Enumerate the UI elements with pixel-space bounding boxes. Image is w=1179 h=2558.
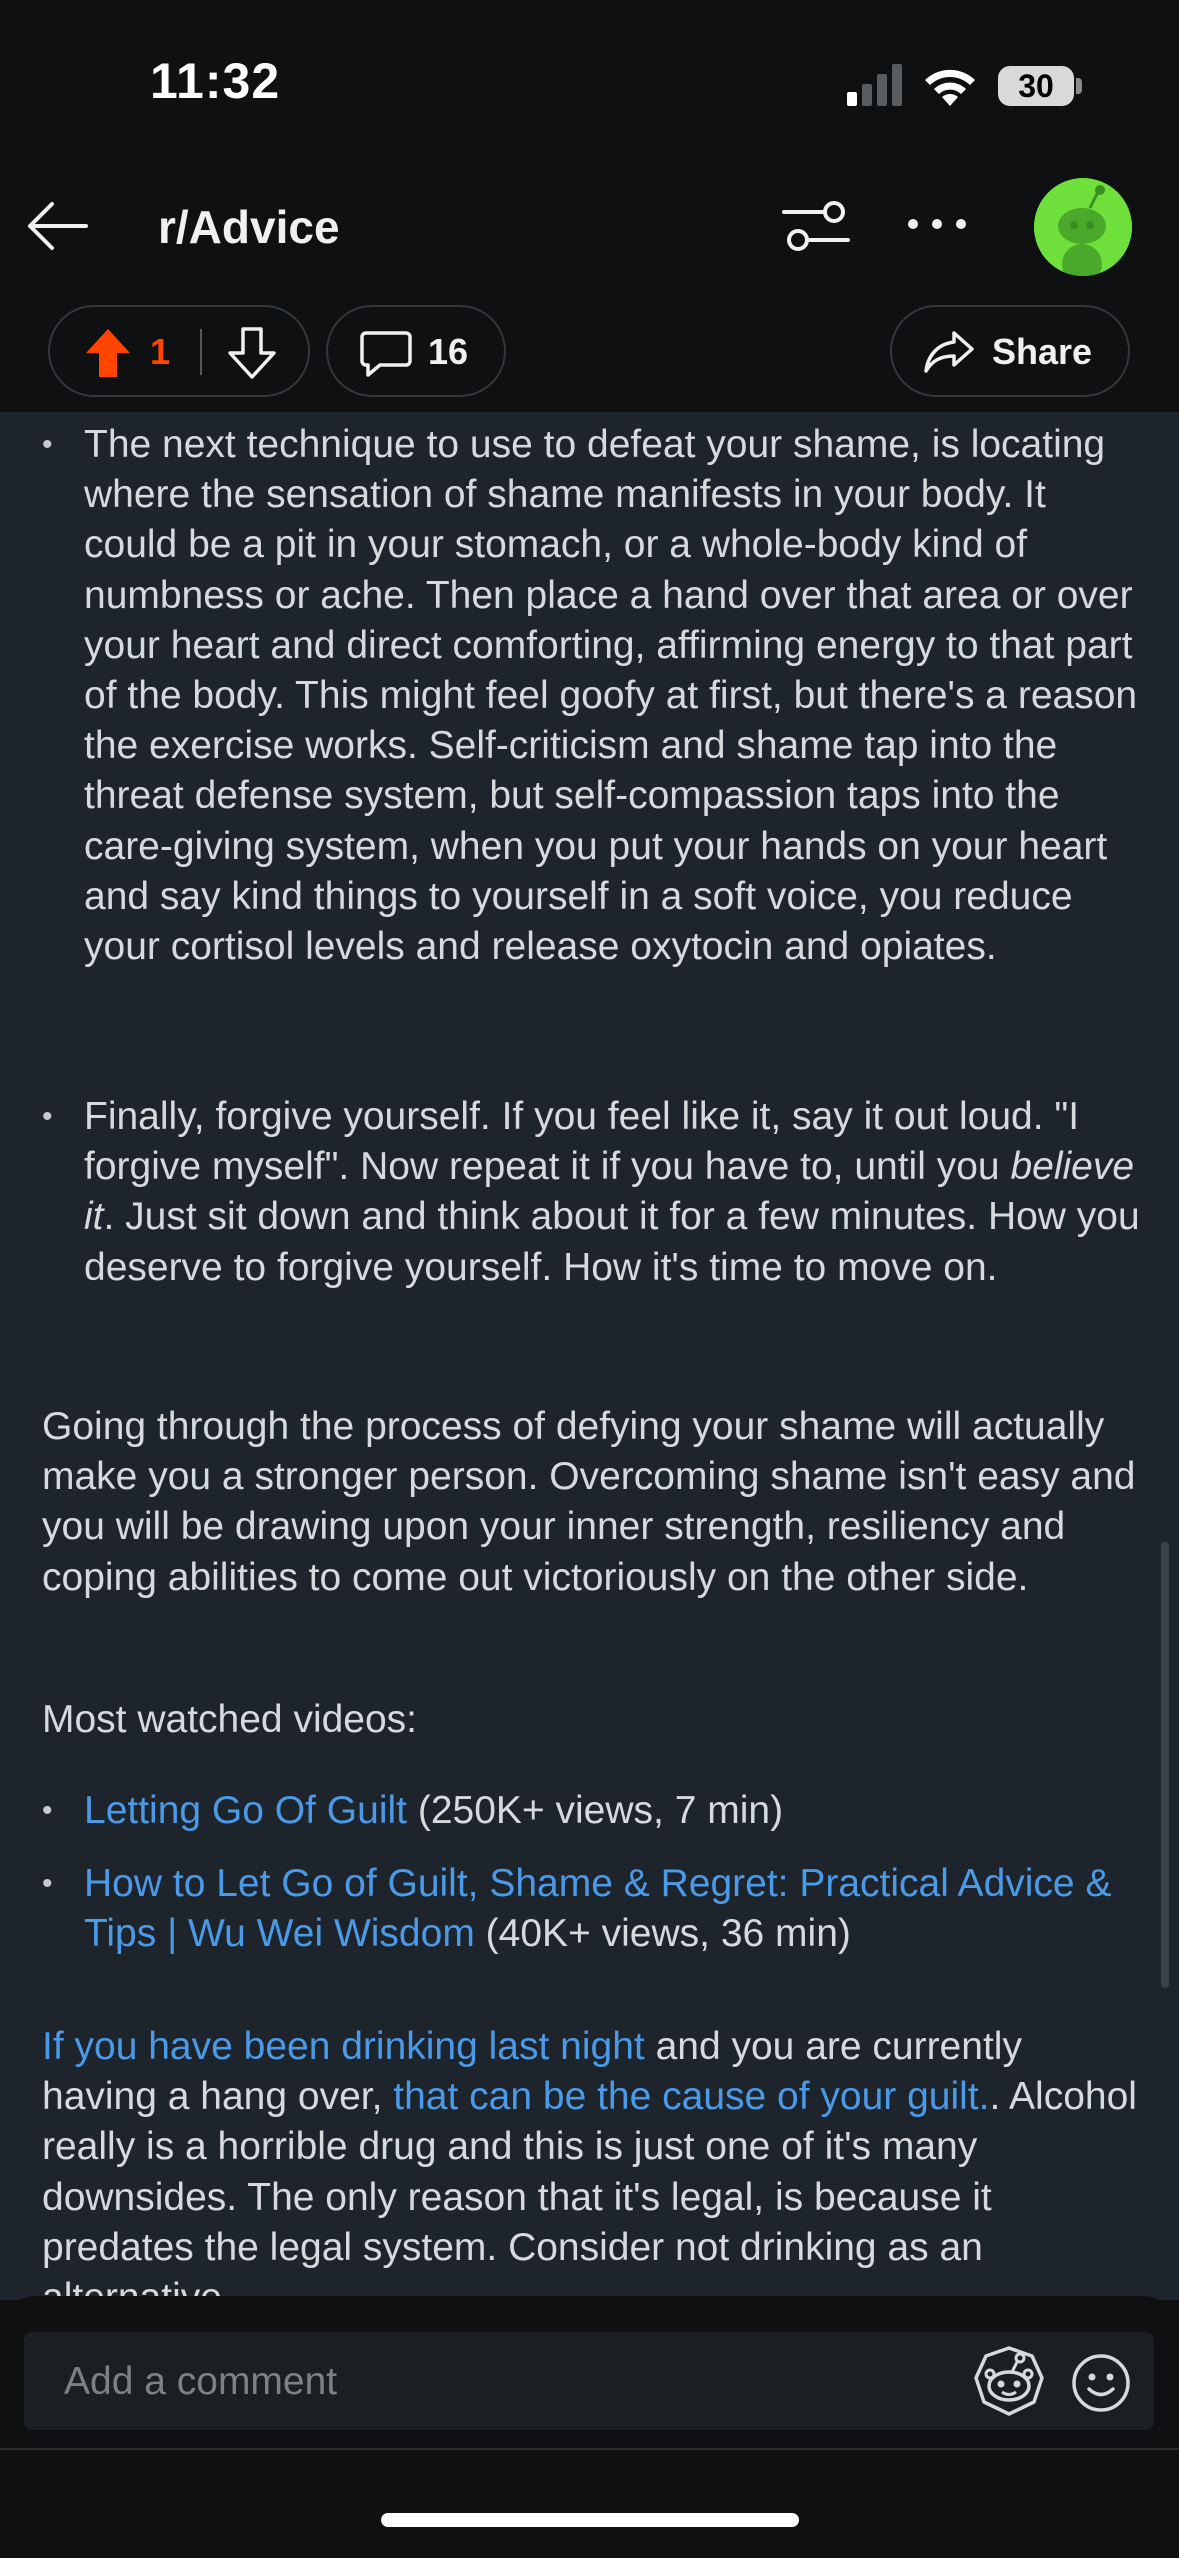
battery-nub xyxy=(1076,78,1082,94)
paragraph-drinking: If you have been drinking last night and… xyxy=(42,2022,1142,2300)
bullet-text-forgive-cont: . Just sit down and think about it for a… xyxy=(84,1195,1140,1289)
post-content: The next technique to use to defeat your… xyxy=(0,412,1179,2300)
list-item: Letting Go Of Guilt (250K+ views, 7 min) xyxy=(42,1786,1142,1836)
share-label: Share xyxy=(992,331,1093,372)
scrollbar-thumb[interactable] xyxy=(1161,1542,1169,1988)
vote-divider xyxy=(200,329,202,375)
vote-pill: 1 xyxy=(48,305,310,397)
comments-button[interactable]: 16 xyxy=(326,305,506,397)
paragraph-defying-shame: Going through the process of defying you… xyxy=(42,1405,1136,1599)
downvote-icon[interactable] xyxy=(228,327,276,379)
filter-icon[interactable] xyxy=(780,196,852,256)
nav-bar: r/Advice xyxy=(0,160,1179,290)
signal-icon xyxy=(847,64,902,106)
snoo-avatar-icon xyxy=(1034,178,1132,276)
video-meta-1: (250K+ views, 7 min) xyxy=(407,1789,784,1832)
emoji-icon[interactable] xyxy=(1070,2352,1132,2414)
list-item: The next technique to use to defeat your… xyxy=(42,420,1142,972)
more-icon[interactable] xyxy=(905,212,969,236)
status-bar: 11:32 30 xyxy=(0,0,1179,160)
status-time: 11:32 xyxy=(150,53,281,109)
share-button[interactable]: Share xyxy=(890,305,1130,397)
video-link-1[interactable]: Letting Go Of Guilt xyxy=(84,1789,407,1832)
upvote-icon[interactable] xyxy=(84,327,132,379)
share-icon xyxy=(924,331,974,373)
comment-bar: Add a comment xyxy=(0,2296,1179,2448)
comment-count: 16 xyxy=(428,331,469,372)
back-arrow-icon[interactable] xyxy=(22,190,94,262)
bullet-list-2: Finally, forgive yourself. If you feel l… xyxy=(42,1092,1142,1293)
avatar[interactable] xyxy=(1034,178,1132,276)
bullet-list-1: The next technique to use to defeat your… xyxy=(42,420,1142,972)
wifi-icon xyxy=(925,69,975,106)
comment-placeholder: Add a comment xyxy=(64,2360,338,2403)
videos-heading: Most watched videos: xyxy=(42,1698,418,1741)
bottom-safe-area xyxy=(0,2448,1179,2558)
snoo-icon[interactable] xyxy=(970,2342,1048,2420)
comment-icon xyxy=(360,331,412,377)
vote-count: 1 xyxy=(150,331,171,372)
bullet-text-forgive: Finally, forgive yourself. If you feel l… xyxy=(84,1095,1080,1189)
battery-icon: 30 xyxy=(998,66,1074,106)
guilt-cause-link[interactable]: that can be the cause of your guilt. xyxy=(393,2075,989,2118)
list-item: How to Let Go of Guilt, Shame & Regret: … xyxy=(42,1859,1142,1959)
subreddit-title[interactable]: r/Advice xyxy=(158,200,340,254)
list-item: Finally, forgive yourself. If you feel l… xyxy=(42,1092,1142,1293)
bullet-text-technique: The next technique to use to defeat your… xyxy=(84,423,1138,969)
drinking-link[interactable]: If you have been drinking last night xyxy=(42,2025,645,2068)
comment-input[interactable]: Add a comment xyxy=(24,2332,1154,2430)
video-meta-2: (40K+ views, 36 min) xyxy=(474,1912,851,1956)
home-indicator[interactable] xyxy=(381,2513,799,2527)
action-bar: 1 16 Share xyxy=(0,290,1179,412)
video-list: Letting Go Of Guilt (250K+ views, 7 min)… xyxy=(42,1786,1142,1960)
